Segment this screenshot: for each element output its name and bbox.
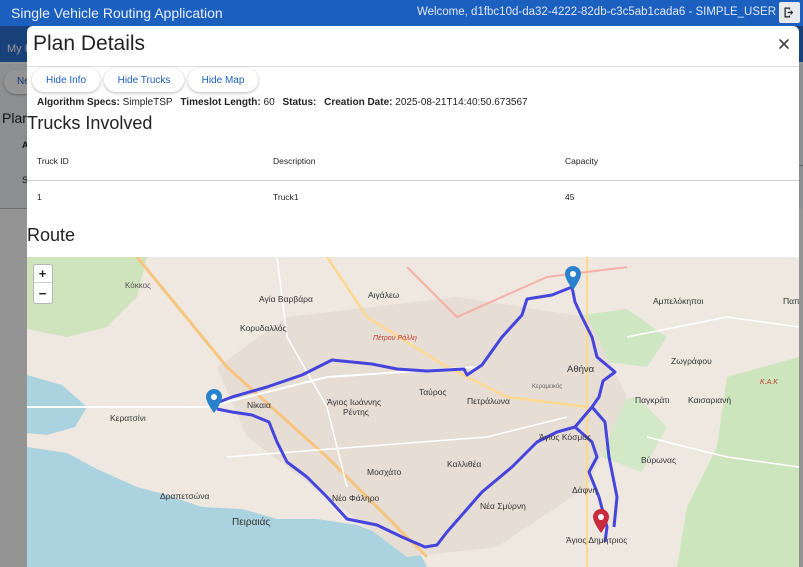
- map-label-rentis: Ρέντης: [343, 407, 369, 417]
- algorithm-label: Algorithm Specs:: [37, 97, 120, 108]
- map-label-neo-faliro: Νέο Φάληρο: [332, 493, 380, 503]
- route-waypoint-marker[interactable]: [206, 389, 222, 413]
- welcome-text: Welcome, d1fbc10d-da32-4222-82db-c3c5ab1…: [416, 6, 776, 18]
- timeslot-label: Timeslot Length:: [180, 97, 261, 108]
- map-label-vyronas: Βύρωνας: [641, 455, 677, 465]
- creation-date-value: 2025-08-21T14:40:50.673567: [395, 97, 528, 108]
- map-label-athina: Αθήνα: [567, 364, 595, 375]
- timeslot-value: 60: [263, 97, 275, 108]
- logout-button[interactable]: [779, 2, 800, 23]
- cell-description: Truck1: [273, 192, 299, 202]
- hide-map-button[interactable]: Hide Map: [188, 68, 258, 92]
- map-zoom-control: + −: [33, 264, 53, 304]
- toggle-button-row: Hide Info Hide Trucks Hide Map: [32, 68, 258, 92]
- zoom-in-button[interactable]: +: [34, 265, 51, 283]
- map-label-korydallos: Κορυδαλλός: [240, 323, 287, 333]
- map-label-pap: Παπ: [783, 296, 799, 306]
- map-label-petralona: Πετράλωνα: [467, 396, 510, 406]
- route-map[interactable]: Κόκκος Αγία Βαρβάρα Αιγάλεω Κορυδαλλός Π…: [27, 257, 799, 567]
- map-label-peiraias: Πειραιάς: [232, 517, 271, 528]
- route-end-marker[interactable]: [593, 509, 609, 533]
- plan-details-modal: Plan Details Hide Info Hide Trucks Hide …: [27, 26, 799, 567]
- close-button[interactable]: [777, 37, 791, 51]
- map-label-kak: Κ.Α.Κ: [760, 379, 778, 386]
- map-label-agios-kosmas: Άγιος Κόσμος: [539, 432, 592, 442]
- map-label-kokkos: Κόκκος: [125, 281, 151, 290]
- close-icon: [779, 39, 789, 49]
- route-heading: Route: [27, 225, 76, 245]
- plan-specs: Algorithm Specs: SimpleTSP Timeslot Leng…: [37, 97, 528, 108]
- cell-capacity: 45: [565, 192, 575, 202]
- map-label-kallithea: Καλλιθέα: [447, 459, 482, 469]
- map-label-ampelokipoi: Αμπελόκηποι: [653, 296, 704, 306]
- trucks-table-header: Truck ID Description Capacity: [27, 148, 799, 180]
- column-header-capacity: Capacity: [565, 156, 599, 166]
- cell-truck-id: 1: [37, 192, 42, 202]
- hide-info-button[interactable]: Hide Info: [32, 68, 100, 92]
- zoom-out-button[interactable]: −: [34, 284, 51, 302]
- map-label-petrou-ralli: Πέτρου Ράλλη: [373, 335, 417, 342]
- map-label-nikaia: Νίκαια: [247, 400, 271, 410]
- map-label-moschato: Μοσχάτο: [367, 467, 402, 477]
- modal-title: Plan Details: [33, 32, 146, 55]
- map-label-agios-dimitrios: Άγιος Δημήτριος: [566, 535, 628, 545]
- creation-date-label: Creation Date:: [324, 97, 393, 108]
- map-label-tavros: Ταύρος: [419, 387, 447, 397]
- map-label-keratsini: Κερατσίνι: [110, 413, 146, 423]
- park-area-hymettus: [677, 357, 799, 567]
- hide-trucks-button[interactable]: Hide Trucks: [104, 68, 184, 92]
- trucks-heading: Trucks Involved: [27, 113, 153, 133]
- urban-area: [217, 297, 627, 557]
- map-label-kerameikos: Κεραμεικός: [532, 384, 563, 390]
- title-divider: [27, 66, 799, 67]
- app-title: Single Vehicle Routing Application: [11, 5, 223, 21]
- algorithm-value: SimpleTSP: [122, 97, 173, 108]
- sea-area-west: [27, 375, 87, 435]
- route-start-marker[interactable]: [565, 266, 581, 290]
- app-bar: Single Vehicle Routing Application Welco…: [0, 0, 803, 26]
- column-header-description: Description: [273, 156, 316, 166]
- map-label-agios-ioannis: Άγιος Ιωάννης: [327, 397, 382, 407]
- map-label-pagkrati: Παγκράτι: [635, 395, 670, 405]
- map-label-aigaleo: Αιγάλεω: [368, 290, 400, 300]
- map-label-agia-varvara: Αγία Βαρβάρα: [259, 294, 313, 304]
- map-label-zografou: Ζωγράφου: [671, 356, 712, 366]
- map-label-drapetsona: Δραπετσώνα: [160, 491, 210, 501]
- column-header-truck-id: Truck ID: [37, 156, 69, 166]
- map-label-kaisariani: Καισαριανή: [688, 395, 732, 405]
- map-label-dafni: Δάφνη: [572, 485, 598, 495]
- logout-icon: [784, 7, 794, 18]
- status-label: Status:: [282, 97, 317, 108]
- map-label-nea-smyrni: Νέα Σμύρνη: [480, 501, 526, 511]
- table-row: 1 Truck1 45: [27, 181, 799, 216]
